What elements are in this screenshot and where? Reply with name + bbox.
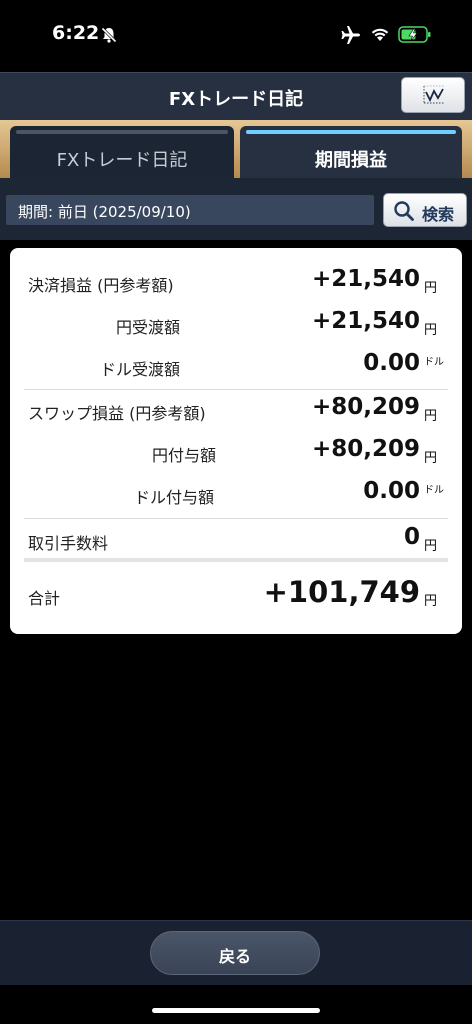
period-text: 期間: 前日 (2025/09/10) xyxy=(18,203,191,221)
search-button-label: 検索 xyxy=(422,205,455,224)
row-value: +80,209 xyxy=(311,394,420,420)
tab-label: 期間損益 xyxy=(315,150,387,171)
row-label: 円付与額 xyxy=(152,446,217,465)
row-label: 決済損益 (円参考額) xyxy=(28,276,174,295)
search-icon xyxy=(393,200,415,226)
wifi-icon xyxy=(370,26,390,46)
dollar-grant-row: ドル付与額 0.00 ドル xyxy=(10,474,462,516)
swap-pl-row: スワップ損益 (円参考額) +80,209 円 xyxy=(10,390,462,432)
tab-label: FXトレード日記 xyxy=(56,150,188,171)
navigation-bar: FXトレード日記 xyxy=(0,72,472,121)
search-button[interactable]: 検索 xyxy=(383,193,467,227)
home-indicator[interactable] xyxy=(152,1008,320,1013)
row-unit: 円 xyxy=(424,539,438,554)
settlement-pl-row: 決済損益 (円参考額) +21,540 円 xyxy=(10,262,462,304)
row-label: 取引手数料 xyxy=(28,534,109,553)
row-label: ドル受渡額 xyxy=(100,360,181,379)
total-value: +101,749 xyxy=(263,575,420,609)
row-unit: ドル xyxy=(424,485,444,496)
back-button[interactable]: 戻る xyxy=(150,931,320,975)
row-value: +21,540 xyxy=(311,266,420,292)
bottom-bar: 戻る xyxy=(0,920,472,985)
airplane-icon xyxy=(340,25,362,49)
row-value: +80,209 xyxy=(311,436,420,462)
row-value: 0.00 xyxy=(363,478,420,504)
row-value: 0 xyxy=(403,524,420,550)
row-label: スワップ損益 (円参考額) xyxy=(28,404,206,423)
chart-button[interactable] xyxy=(401,77,465,113)
row-unit: 円 xyxy=(424,409,438,424)
row-unit: 円 xyxy=(424,281,438,296)
tab-indicator xyxy=(16,130,228,134)
back-button-label: 戻る xyxy=(218,947,251,966)
total-unit: 円 xyxy=(424,594,438,609)
divider xyxy=(24,518,448,519)
tab-strip: FXトレード日記 期間損益 xyxy=(0,120,472,178)
summary-card: 決済損益 (円参考額) +21,540 円 円受渡額 +21,540 円 ドル受… xyxy=(10,248,462,634)
status-time: 6:22 xyxy=(52,22,100,44)
row-value: 0.00 xyxy=(363,350,420,376)
row-value: +21,540 xyxy=(311,308,420,334)
status-bar: 6:22 xyxy=(0,0,472,72)
tab-indicator xyxy=(246,130,456,134)
row-unit: 円 xyxy=(424,323,438,338)
divider xyxy=(24,558,448,562)
tab-period-profit-loss[interactable]: 期間損益 xyxy=(240,126,462,178)
total-label: 合計 xyxy=(28,589,61,608)
yen-grant-row: 円付与額 +80,209 円 xyxy=(10,432,462,474)
row-unit: 円 xyxy=(424,451,438,466)
row-label: ドル付与額 xyxy=(134,488,215,507)
search-row: 期間: 前日 (2025/09/10) 検索 xyxy=(0,178,472,240)
trading-fee-row: 取引手数料 0 円 xyxy=(10,520,462,562)
dollar-delivery-row: ドル受渡額 0.00 ドル xyxy=(10,346,462,388)
line-chart-icon xyxy=(421,84,447,110)
yen-delivery-row: 円受渡額 +21,540 円 xyxy=(10,304,462,346)
row-label: 円受渡額 xyxy=(116,318,181,337)
period-field[interactable]: 期間: 前日 (2025/09/10) xyxy=(6,195,374,225)
tab-fx-trade-diary[interactable]: FXトレード日記 xyxy=(10,126,234,178)
bell-slash-icon xyxy=(100,26,118,48)
total-row: 合計 +101,749 円 xyxy=(10,570,462,620)
row-unit: ドル xyxy=(424,357,444,368)
battery-charging-icon xyxy=(398,25,432,49)
